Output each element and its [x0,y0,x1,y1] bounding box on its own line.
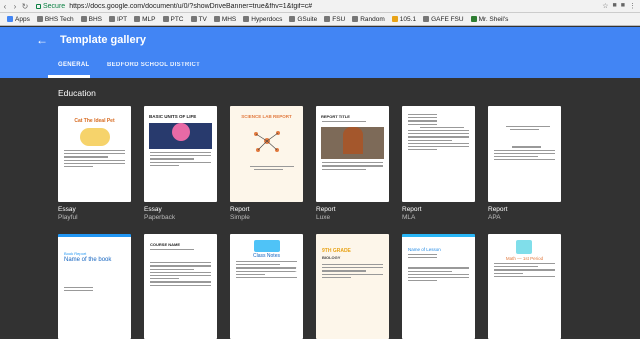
template-caption: Report Simple [230,206,250,221]
folder-icon [80,16,87,22]
folder-icon [109,16,115,22]
bookmarks-bar: Apps BHS Tech BHS IPT MLP PTC TV MHS Hyp… [0,13,640,26]
folder-icon [190,16,197,22]
reload-icon[interactable]: ↻ [20,2,30,11]
bookmark-item[interactable]: PTC [162,16,184,23]
bookmark-item[interactable]: MLP [134,16,156,23]
bookmark-item[interactable]: Hyperdocs [243,16,282,23]
template-card-essay-playful[interactable]: Cat The Ideal Pet [58,106,131,202]
bookmark-item[interactable]: Apps [7,16,30,23]
template-caption: Essay Playful [58,206,78,221]
folder-icon [162,16,169,22]
menu-icon[interactable]: ⋮ [629,2,636,10]
bookmark-item[interactable]: GSuite [289,16,317,23]
photo-illustration [321,127,384,160]
bookmark-item[interactable]: FSU [324,16,345,23]
bookmark-item[interactable]: MHS [213,16,236,23]
folder-icon [243,16,250,22]
template-caption: Report MLA [402,206,422,221]
template-card-report-apa[interactable] [488,106,561,202]
template-card-lesson-plan[interactable]: Name of Lesson [402,234,475,339]
tab-bedford-school-district[interactable]: BEDFORD SCHOOL DISTRICT [107,62,200,68]
notebook-illustration [253,240,280,252]
gallery-header: ← Template gallery GENERAL BEDFORD SCHOO… [0,27,640,78]
bookmark-item[interactable]: GAFE FSU [423,16,464,23]
folder-icon [352,16,359,22]
template-card-report-mla[interactable] [402,106,475,202]
template-card-report-simple[interactable]: SCIENCE LAB REPORT [230,106,303,202]
bookmark-item[interactable]: BHS [80,16,102,23]
folder-icon [289,16,296,22]
template-caption: Essay Paperback [144,206,176,221]
template-card-essay-paperback[interactable]: BASIC UNITS OF LIFE [144,106,217,202]
site-icon [470,16,477,22]
apps-icon [7,16,13,22]
folder-icon [324,16,331,22]
template-card-class-notes[interactable]: Class Notes [230,234,303,339]
bookmark-item[interactable]: TV [190,16,207,23]
radio-icon [391,16,398,22]
forward-nav-icon[interactable]: › [10,2,20,11]
folder-icon [213,16,220,22]
extension-icon[interactable]: ■ [621,2,625,10]
secure-indicator[interactable]: Secure [36,3,65,10]
template-card-9th-grade-biology[interactable]: 9TH GRADE BIOLOGY [316,234,389,339]
page-title: Template gallery [60,34,146,46]
template-grid: Education Cat The Ideal Pet BASIC UNITS … [0,78,640,339]
browser-actions: ☆ ■ ■ ⋮ [602,2,640,10]
math-illustration [516,240,532,254]
template-card-math-period[interactable]: Math — 1st Period [488,234,561,339]
template-caption: Report Luxe [316,206,336,221]
template-caption: Report APA [488,206,508,221]
bookmark-item[interactable]: BHS Tech [36,16,74,23]
bookmark-item[interactable]: Random [352,16,385,23]
folder-icon [423,16,430,22]
molecule-illustration [254,131,280,152]
section-title: Education [58,88,96,98]
url-field[interactable]: https://docs.google.com/document/u/0/?sh… [69,3,312,10]
back-nav-icon[interactable]: ‹ [0,2,10,11]
star-icon[interactable]: ☆ [602,2,608,10]
folder-icon [134,16,141,22]
template-card-course-notes[interactable]: COURSE NAME [144,234,217,339]
bookmark-item[interactable]: 105.1 [391,16,416,23]
cat-illustration [79,128,110,146]
cell-illustration [149,123,212,149]
tab-general[interactable]: GENERAL [58,62,89,68]
template-card-report-luxe[interactable]: REPORT TITLE [316,106,389,202]
lock-icon [36,3,41,9]
bookmark-item[interactable]: Mr. Sheil's [470,16,508,23]
folder-icon [36,16,43,22]
browser-address-bar: ‹ › ↻ Secure https://docs.google.com/doc… [0,0,640,13]
back-arrow-icon[interactable]: ← [36,33,48,47]
template-card-book-report[interactable]: Book Report Name of the book [58,234,131,339]
extension-icon[interactable]: ■ [613,2,617,10]
bookmark-item[interactable]: IPT [109,16,127,23]
